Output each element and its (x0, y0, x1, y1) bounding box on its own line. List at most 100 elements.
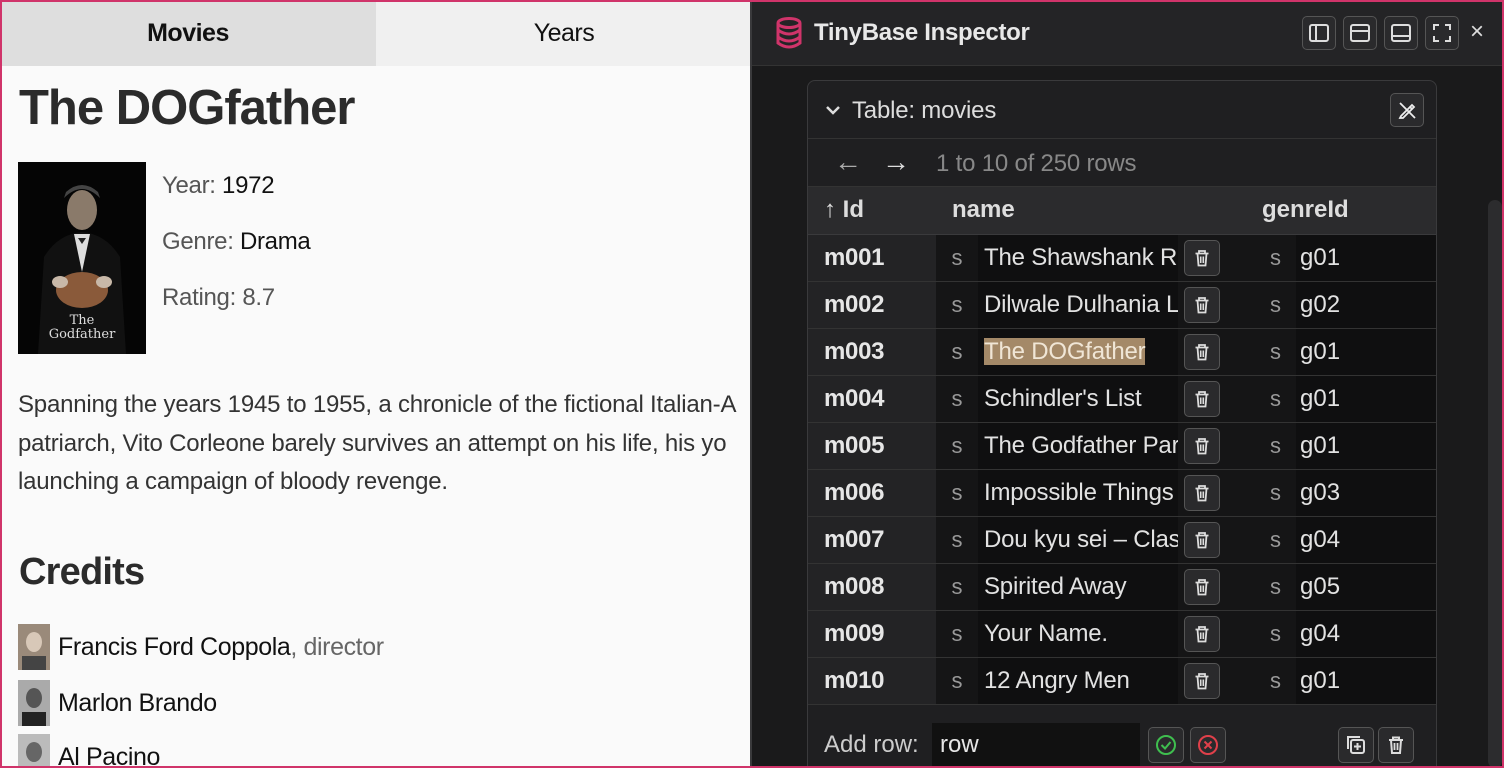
dock-top-button[interactable] (1343, 16, 1377, 50)
prev-page-button[interactable]: ← (834, 146, 862, 178)
data-table: ↑ Id name genreId m001sThe Shawshank Red… (808, 187, 1436, 705)
type-marker[interactable]: s (1262, 433, 1296, 459)
genreid-value-field[interactable]: g01 (1296, 375, 1436, 421)
type-marker[interactable]: s (936, 339, 978, 365)
inspector-header: TinyBase Inspector × (752, 0, 1504, 66)
type-marker[interactable]: s (936, 292, 978, 318)
type-marker[interactable]: s (936, 621, 978, 647)
column-header-name[interactable]: name (936, 187, 1262, 235)
scrollbar[interactable] (1488, 200, 1502, 768)
name-value-field[interactable]: Your Name. (978, 610, 1178, 656)
genreid-cell: s g03 (1262, 469, 1436, 517)
type-marker[interactable]: s (936, 386, 978, 412)
genreid-value-field[interactable]: g01 (1296, 422, 1436, 468)
genreid-value-field[interactable]: g04 (1296, 610, 1436, 656)
confirm-add-row-button[interactable] (1148, 727, 1184, 763)
type-marker[interactable]: s (936, 433, 978, 459)
name-value-field[interactable]: Dilwale Dulhania Le Jayenge (978, 281, 1178, 327)
delete-row-button[interactable] (1184, 286, 1220, 323)
genreid-value-field[interactable]: g01 (1296, 657, 1436, 703)
dock-bottom-button[interactable] (1384, 16, 1418, 50)
next-page-button[interactable]: → (882, 146, 910, 178)
square-plus-icon (1347, 736, 1365, 754)
delete-row-button[interactable] (1184, 568, 1220, 605)
trash-icon (1195, 249, 1209, 266)
movie-poster: The Godfather (18, 162, 146, 354)
type-marker[interactable]: s (936, 668, 978, 694)
column-header-genreid[interactable]: genreId (1262, 187, 1436, 235)
genre-value[interactable]: Drama (240, 228, 311, 255)
name-value-field[interactable]: The Godfather Part II (978, 422, 1178, 468)
genreid-cell: s g01 (1262, 234, 1436, 282)
editable-toggle-button[interactable] (1390, 93, 1424, 127)
name-value-field[interactable]: Dou kyu sei – Classmates (978, 516, 1178, 562)
type-marker[interactable]: s (1262, 480, 1296, 506)
trash-icon (1195, 625, 1209, 642)
genreid-value-field[interactable]: g02 (1296, 281, 1436, 327)
type-marker[interactable]: s (1262, 668, 1296, 694)
type-marker[interactable]: s (936, 245, 978, 271)
chevron-down-icon[interactable] (824, 101, 842, 119)
type-marker[interactable]: s (1262, 574, 1296, 600)
name-value-field[interactable]: 12 Angry Men (978, 657, 1178, 703)
genre-label: Genre: (162, 228, 234, 255)
dock-bottom-icon (1391, 24, 1411, 42)
genreid-cell: s g04 (1262, 516, 1436, 564)
genreid-value-field[interactable]: g04 (1296, 516, 1436, 562)
pagination-bar: ← → 1 to 10 of 250 rows (808, 139, 1436, 187)
tab-years[interactable]: Years (376, 0, 752, 66)
genreid-value-field[interactable]: g01 (1296, 234, 1436, 280)
person-name[interactable]: Marlon Brando (58, 689, 217, 718)
year-value[interactable]: 1972 (222, 172, 275, 199)
add-row-input[interactable] (932, 723, 1140, 767)
table-row: m002sDilwale Dulhania Le Jayengesg02 (808, 281, 1436, 329)
delete-table-button[interactable] (1378, 727, 1414, 763)
delete-row-button[interactable] (1184, 427, 1220, 464)
name-value-field[interactable]: Schindler's List (978, 375, 1178, 421)
type-marker[interactable]: s (936, 480, 978, 506)
fullscreen-button[interactable] (1425, 16, 1459, 50)
year-label: Year: (162, 172, 216, 199)
close-icon[interactable]: × (1470, 20, 1484, 44)
type-marker[interactable]: s (1262, 292, 1296, 318)
name-value-field[interactable]: The DOGfather (978, 328, 1178, 374)
genreid-cell: s g01 (1262, 328, 1436, 376)
tinybase-logo-icon (776, 17, 802, 49)
name-value-text: The Godfather Part II (984, 431, 1178, 459)
delete-row-button[interactable] (1184, 333, 1220, 370)
name-cell: s Schindler's List (936, 375, 1262, 423)
type-marker[interactable]: s (936, 574, 978, 600)
person-name[interactable]: Al Pacino (58, 743, 160, 768)
genreid-value-field[interactable]: g05 (1296, 563, 1436, 609)
type-marker[interactable]: s (1262, 339, 1296, 365)
cancel-add-row-button[interactable] (1190, 727, 1226, 763)
tab-movies[interactable]: Movies (0, 0, 376, 66)
dock-left-button[interactable] (1302, 16, 1336, 50)
table-row: m010 s 12 Angry Men s g01 (808, 657, 1436, 705)
genreid-value-field[interactable]: g03 (1296, 469, 1436, 515)
type-marker[interactable]: s (1262, 386, 1296, 412)
delete-row-button[interactable] (1184, 615, 1220, 652)
name-value-field[interactable]: The Shawshank Redemption (978, 234, 1178, 280)
table-panel-header[interactable]: Table: movies (808, 81, 1436, 139)
delete-row-button[interactable] (1184, 662, 1220, 699)
add-table-row-button[interactable] (1338, 727, 1374, 763)
delete-row-button[interactable] (1184, 474, 1220, 511)
type-marker[interactable]: s (1262, 245, 1296, 271)
person-name[interactable]: Francis Ford Coppola (58, 633, 291, 662)
table-panel: Table: movies ← → 1 to 10 of 250 rows ↑ … (807, 80, 1437, 768)
type-marker[interactable]: s (936, 527, 978, 553)
trash-icon (1195, 484, 1209, 501)
trash-icon (1389, 736, 1403, 754)
delete-row-button[interactable] (1184, 380, 1220, 417)
name-value-field[interactable]: Impossible Things (978, 469, 1178, 515)
type-marker[interactable]: s (1262, 527, 1296, 553)
row-id: m006 (808, 469, 936, 517)
name-value-field[interactable]: Spirited Away (978, 563, 1178, 609)
type-marker[interactable]: s (1262, 621, 1296, 647)
genreid-value-field[interactable]: g01 (1296, 328, 1436, 374)
name-value-text: Dilwale Dulhania Le Jayenge (984, 290, 1178, 318)
column-header-id[interactable]: ↑ Id (808, 187, 936, 235)
delete-row-button[interactable] (1184, 239, 1220, 276)
delete-row-button[interactable] (1184, 521, 1220, 558)
